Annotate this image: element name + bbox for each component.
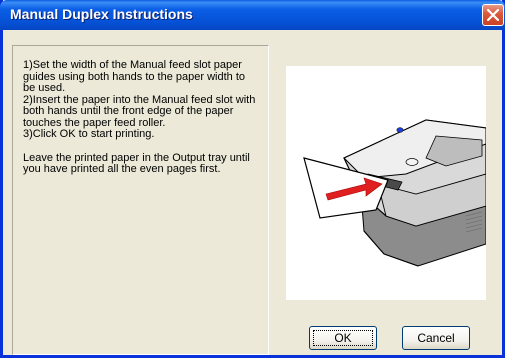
instruction-step-2: 2)Insert the paper into the Manual feed …: [23, 93, 256, 129]
dialog-title: Manual Duplex Instructions: [10, 6, 193, 22]
instruction-step-3: 3)Click OK to start printing.: [23, 128, 155, 140]
instruction-note: Leave the printed paper in the Output tr…: [23, 151, 250, 175]
close-button[interactable]: [482, 4, 504, 26]
printer-manual-feed-illustration-icon: [303, 119, 487, 267]
close-icon: [487, 9, 499, 21]
focus-rect: [313, 330, 373, 346]
instructions-panel: 1)Set the width of the Manual feed slot …: [12, 45, 269, 355]
printer-illustration: [286, 66, 487, 300]
ok-button[interactable]: OK: [309, 326, 377, 350]
dialog-window: Manual Duplex Instructions 1)Set the wid…: [0, 0, 505, 358]
cancel-button[interactable]: Cancel: [402, 326, 470, 350]
cancel-button-label: Cancel: [417, 331, 455, 345]
instruction-step-1: 1)Set the width of the Manual feed slot …: [23, 59, 245, 94]
title-bar[interactable]: Manual Duplex Instructions: [0, 0, 505, 30]
